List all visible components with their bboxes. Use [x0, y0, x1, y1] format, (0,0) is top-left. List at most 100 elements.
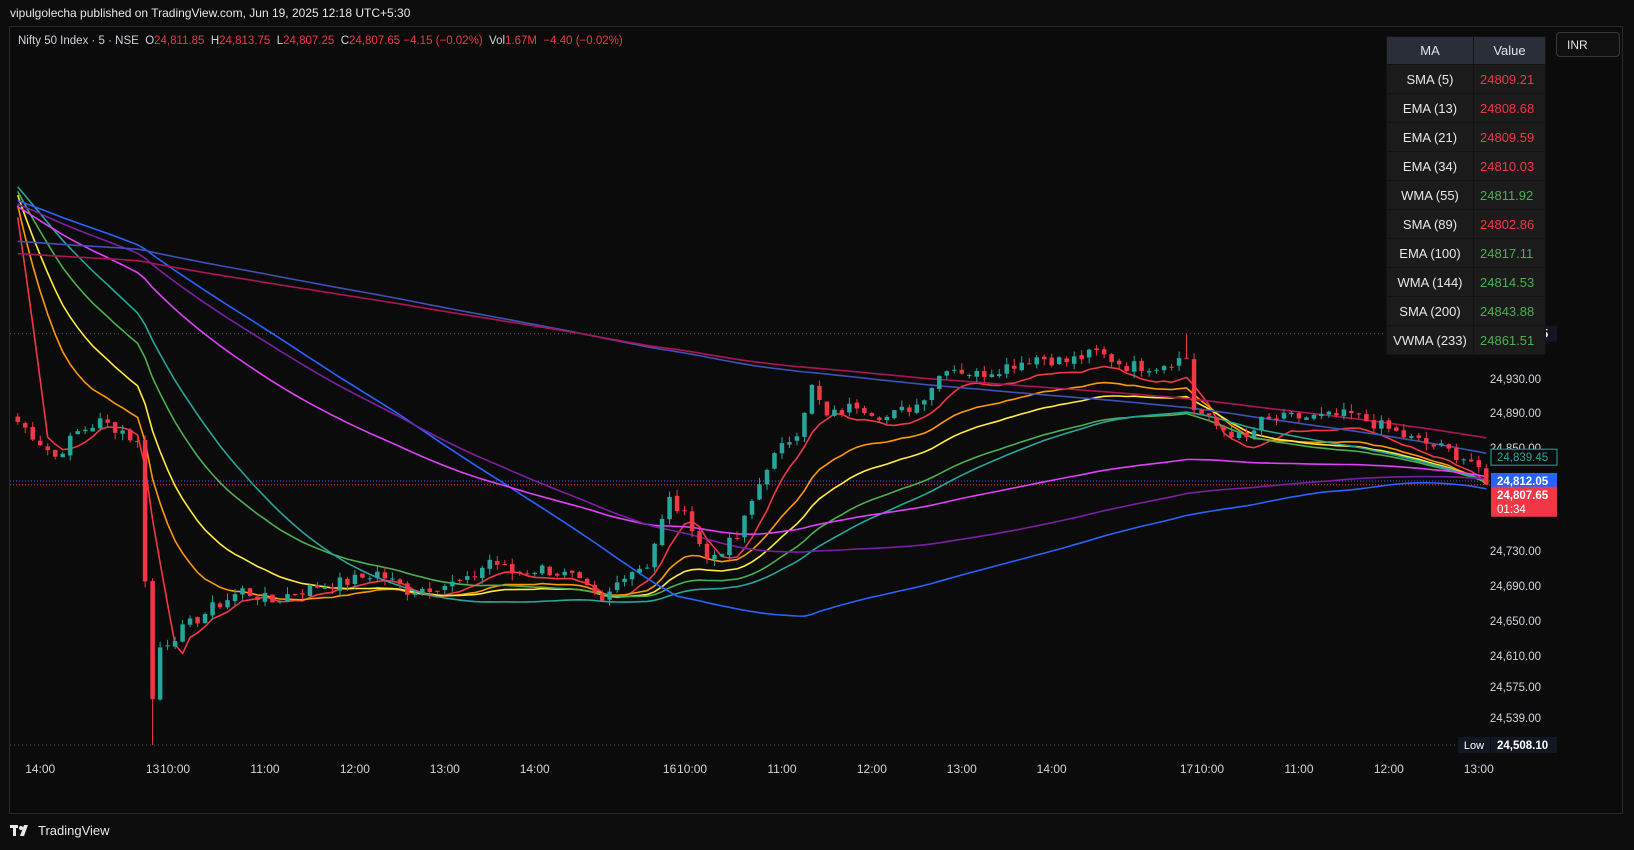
ma-value: 24843.88	[1473, 296, 1546, 326]
x-tick-label: 12:00	[857, 762, 887, 776]
candle	[337, 577, 343, 591]
volume-value: 1.67M	[505, 35, 538, 47]
candle	[712, 555, 717, 560]
candle	[1274, 418, 1279, 421]
ma-name: SMA (200)	[1386, 296, 1474, 326]
x-tick-label: 13	[146, 762, 160, 776]
candle	[1379, 420, 1384, 429]
x-tick-label: 14:00	[25, 762, 55, 776]
ma-row: WMA (55) 24811.92	[1386, 180, 1546, 210]
candle	[659, 518, 665, 546]
candle	[322, 586, 328, 589]
candle	[1019, 362, 1024, 371]
candle	[105, 419, 110, 423]
candle	[217, 603, 223, 608]
ma-name: SMA (5)	[1386, 64, 1474, 94]
candle	[390, 578, 395, 580]
candle	[435, 590, 440, 592]
candle	[195, 617, 200, 624]
candle	[862, 408, 867, 414]
x-tick-label: 13:00	[430, 762, 460, 776]
ma-line	[17, 206, 1487, 536]
candle	[1431, 444, 1437, 447]
ma-value: 24817.11	[1473, 238, 1546, 268]
candle	[1154, 369, 1159, 371]
candle	[127, 429, 133, 441]
x-tick-label: 11:00	[1284, 762, 1313, 776]
x-tick-label: 16	[663, 762, 677, 776]
candle	[1296, 413, 1302, 419]
brand-name: TradingView	[38, 823, 110, 838]
candle	[892, 410, 897, 419]
candle	[1446, 444, 1452, 449]
close-value: 24,807.65	[349, 35, 401, 47]
candle	[839, 410, 845, 415]
candle	[1094, 348, 1099, 351]
candle	[480, 567, 485, 578]
candle	[210, 602, 215, 616]
close-label: C	[340, 35, 349, 47]
y-tick-label: 24,575.00	[1490, 682, 1541, 694]
candle	[854, 402, 860, 409]
candle	[509, 564, 515, 574]
candle	[1476, 460, 1482, 467]
tradingview-logo-icon	[10, 824, 28, 836]
candle	[937, 375, 942, 389]
candle	[922, 400, 927, 405]
candle	[689, 511, 695, 532]
ma-value: 24861.51	[1473, 325, 1546, 355]
candle	[270, 594, 275, 603]
symbol-label[interactable]: Nifty 50 Index · 5 · NSE	[18, 35, 139, 47]
candle	[232, 594, 238, 601]
candle	[1049, 357, 1054, 366]
currency-selector[interactable]: INR	[1556, 32, 1620, 57]
low-tag: Low	[1464, 740, 1484, 752]
candle	[202, 614, 208, 624]
level-price-label: 24,812.05	[1497, 476, 1549, 488]
candle	[877, 417, 882, 420]
candle	[704, 543, 710, 559]
candle	[412, 592, 418, 595]
candle	[1319, 413, 1324, 417]
candle	[772, 453, 777, 469]
candle	[547, 566, 552, 576]
candle	[1169, 366, 1174, 368]
candle	[1439, 443, 1444, 446]
candle	[15, 416, 20, 422]
candle	[82, 429, 88, 432]
ma-name: EMA (13)	[1386, 93, 1474, 123]
candle	[989, 374, 995, 378]
candle	[577, 572, 582, 579]
candle	[427, 588, 433, 593]
candle	[382, 572, 388, 579]
candle	[1356, 413, 1362, 415]
ma-name: EMA (100)	[1386, 238, 1474, 268]
candle	[1311, 414, 1317, 419]
candle	[779, 443, 785, 454]
x-tick-label: 13:00	[1464, 762, 1494, 776]
candle	[1236, 431, 1242, 438]
candle	[1349, 410, 1354, 414]
candle	[225, 600, 230, 608]
candle	[1206, 413, 1212, 416]
candle	[884, 416, 890, 421]
candle	[255, 596, 260, 601]
candle	[67, 435, 73, 456]
candle	[1371, 420, 1377, 429]
candle	[172, 641, 178, 647]
candle	[180, 624, 185, 642]
candle	[1341, 409, 1347, 417]
ma-name: VWMA (233)	[1386, 325, 1474, 355]
candle	[1131, 361, 1137, 372]
candle	[345, 578, 350, 585]
ma-name: WMA (144)	[1386, 267, 1474, 297]
candle	[30, 426, 35, 440]
ma-row: EMA (100) 24817.11	[1386, 238, 1546, 268]
candle	[1139, 360, 1144, 371]
candle	[682, 510, 687, 512]
candle	[959, 369, 965, 374]
open-label: O	[145, 35, 155, 47]
candle	[502, 564, 507, 566]
candle	[1109, 354, 1114, 363]
candle	[1416, 435, 1422, 438]
